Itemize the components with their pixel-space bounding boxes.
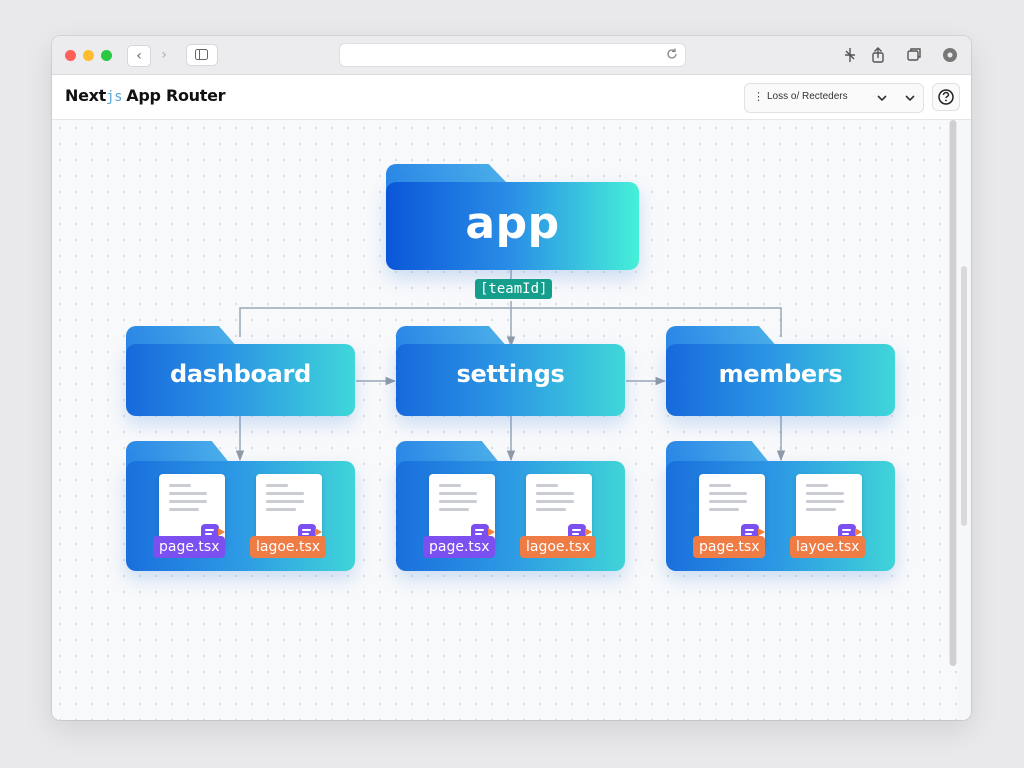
file-group-settings: page.tsx lagoe.tsx	[396, 441, 625, 571]
folder-dashboard[interactable]: dashboard	[126, 326, 355, 416]
file-label-layout[interactable]: layoe.tsx	[790, 536, 866, 558]
file-label-page[interactable]: page.tsx	[153, 536, 226, 558]
dynamic-segment-label: [teamId]	[475, 279, 553, 299]
side-scrollbar[interactable]	[961, 266, 967, 526]
file-group-dashboard: page.tsx lagoe.tsx	[126, 441, 355, 571]
file-label-page[interactable]: page.tsx	[693, 536, 766, 558]
folder-members[interactable]: members	[666, 326, 895, 416]
file-group-members: page.tsx layoe.tsx	[666, 441, 895, 571]
folder-label-members: members	[718, 360, 843, 388]
folder-settings[interactable]: settings	[396, 326, 625, 416]
file-label-layout[interactable]: lagoe.tsx	[250, 536, 327, 558]
file-label-layout[interactable]: lagoe.tsx	[520, 536, 597, 558]
file-label-page[interactable]: page.tsx	[423, 536, 496, 558]
folder-label-settings: settings	[456, 360, 565, 388]
browser-window: ‹ › Nextjs App Router ⋮ Loss o/ Recteders	[52, 36, 971, 720]
folder-label-app: app	[465, 198, 560, 249]
folder-app[interactable]: app	[386, 164, 639, 270]
folder-label-dashboard: dashboard	[170, 360, 311, 388]
